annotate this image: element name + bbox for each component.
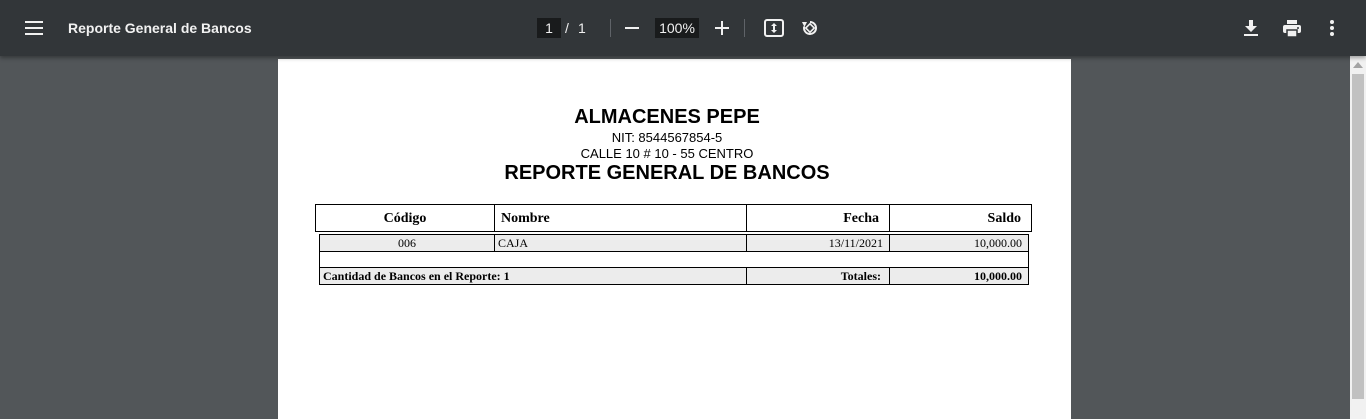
totals-row: Cantidad de Bancos en el Reporte: 1 Tota… [320,268,1028,284]
zoom-input[interactable] [655,18,699,38]
zoom-in-button[interactable] [712,18,732,38]
plus-icon [715,21,729,35]
pdf-viewer: ALMACENES PEPE NIT: 8544567854-5 CALLE 1… [0,56,1366,419]
cell-fecha: 13/11/2021 [747,235,890,251]
company-address: CALLE 10 # 10 - 55 CENTRO [580,146,754,161]
company-nit: NIT: 8544567854-5 [611,130,723,145]
more-vert-icon [1330,20,1334,36]
cell-saldo: 10,000.00 [974,236,1022,250]
table-row: 006 CAJA 13/11/2021 10,000.00 [320,235,1028,252]
print-icon [1283,19,1301,37]
document-title: Reporte General de Bancos [68,20,252,36]
totals-value: 10,000.00 [974,269,1022,283]
column-header-nombre: Nombre [495,205,747,231]
page-total: 1 [578,20,586,36]
menu-icon [25,21,43,35]
totals-label: Totales: [747,268,890,284]
page-separator: / [565,20,569,36]
column-header-saldo: Saldo [987,211,1021,226]
cell-nombre: CAJA [495,235,747,251]
fit-to-page-icon [764,19,784,37]
zoom-out-button[interactable] [622,18,642,38]
rotate-button[interactable] [799,17,821,39]
fit-to-page-button[interactable] [763,17,785,39]
bank-count-label: Cantidad de Bancos en el Reporte: 1 [320,268,747,284]
column-header-fecha: Fecha [747,205,890,231]
minus-icon [625,27,639,29]
scrollbar-thumb[interactable] [1352,74,1364,399]
report-title: REPORTE GENERAL DE BANCOS [504,162,830,184]
page-number-input[interactable] [537,18,561,38]
column-header-codigo: Código [316,205,495,231]
pdf-page: ALMACENES PEPE NIT: 8544567854-5 CALLE 1… [278,59,1071,419]
download-button[interactable] [1240,17,1262,39]
pdf-toolbar: Reporte General de Bancos / 1 [0,0,1366,56]
company-name: ALMACENES PEPE [574,106,760,128]
scroll-up-arrow-icon[interactable] [1353,62,1363,68]
print-button[interactable] [1281,17,1303,39]
download-icon [1244,19,1258,36]
menu-button[interactable] [20,14,48,42]
cell-codigo: 006 [320,235,495,251]
table-header: Código Nombre Fecha Saldo [315,204,1032,232]
table-body: 006 CAJA 13/11/2021 10,000.00 Cantidad d… [319,234,1029,285]
toolbar-divider [610,19,611,37]
more-options-button[interactable] [1321,17,1343,39]
blank-row [320,252,1028,268]
rotate-icon [802,21,817,35]
toolbar-divider [744,19,745,37]
